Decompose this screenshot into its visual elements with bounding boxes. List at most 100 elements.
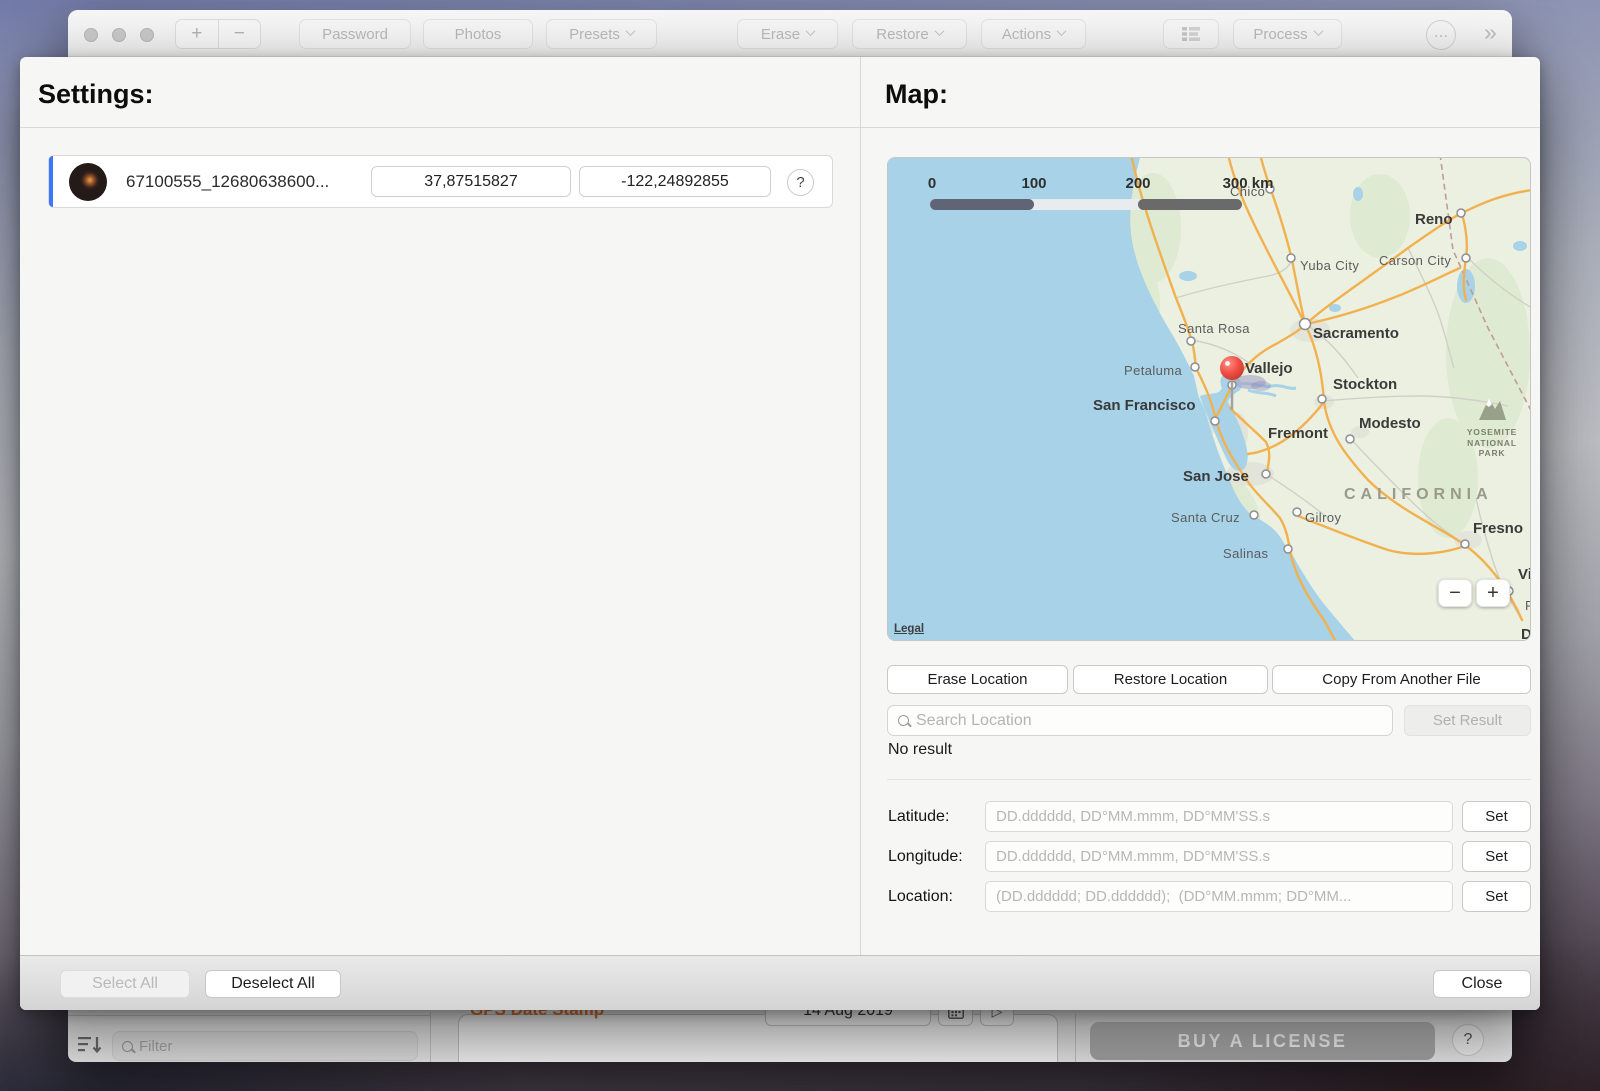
sidebar-top-border <box>68 1015 430 1016</box>
map-city-dot <box>1461 540 1469 548</box>
sort-icon[interactable] <box>78 1034 104 1058</box>
process-dropdown[interactable]: Process <box>1233 19 1342 49</box>
minimize-window-button[interactable] <box>112 28 126 42</box>
latitude-label: Latitude: <box>888 801 949 832</box>
park-label: YOSEMITE <box>1467 427 1517 437</box>
more-options-button[interactable]: ... <box>1426 20 1456 50</box>
row-help-button[interactable]: ? <box>787 169 814 196</box>
pane-divider <box>860 57 861 955</box>
map-city-label: Stockton <box>1333 376 1397 393</box>
chevron-down-icon <box>625 26 635 36</box>
scale-tick: 200 <box>1125 175 1150 192</box>
search-location-input[interactable] <box>916 712 1382 730</box>
map-city-dot <box>1346 435 1354 443</box>
map-city-label: Vallejo <box>1245 360 1293 377</box>
scale-tick: 300 km <box>1223 175 1274 192</box>
filter-input[interactable] <box>139 1038 408 1055</box>
map-city-dot <box>1462 254 1470 262</box>
map-city-dot <box>1211 417 1219 425</box>
process-label: Process <box>1253 26 1307 43</box>
desktop: + − Password Photos Presets Erase Restor… <box>0 0 1600 1091</box>
search-location-field[interactable] <box>887 705 1393 736</box>
map-city-label: Visali <box>1518 566 1531 583</box>
map-city-dot <box>1293 508 1301 516</box>
longitude-label: Longitude: <box>888 841 963 872</box>
deselect-all-button[interactable]: Deselect All <box>205 970 341 998</box>
restore-location-button[interactable]: Restore Location <box>1073 665 1268 694</box>
copy-from-file-button[interactable]: Copy From Another File <box>1272 665 1531 694</box>
search-icon <box>898 715 909 726</box>
ellipsis-icon: ... <box>1434 22 1448 42</box>
erase-dropdown[interactable]: Erase <box>737 19 838 49</box>
log-list-button[interactable] <box>1163 19 1219 49</box>
photo-thumbnail <box>69 163 107 201</box>
map-city-dot <box>1250 511 1258 519</box>
select-all-button[interactable]: Select All <box>60 970 190 998</box>
double-chevron-icon: » <box>1484 19 1497 45</box>
presets-dropdown[interactable]: Presets <box>546 19 657 49</box>
set-latitude-button[interactable]: Set <box>1462 801 1531 832</box>
region-label: CALIFORNIA <box>1344 486 1493 503</box>
buy-license-button[interactable]: BUY A LICENSE <box>1090 1022 1435 1060</box>
chevron-down-icon <box>806 26 816 36</box>
zoom-in-button[interactable]: + <box>1476 579 1510 607</box>
photo-latitude-field[interactable] <box>371 166 571 197</box>
photo-row[interactable]: 67100555_12680638600... ? <box>48 155 833 208</box>
map-city-dot <box>1300 319 1311 330</box>
map-city-label: Fresno <box>1473 520 1523 537</box>
section-divider <box>887 779 1531 780</box>
legal-link[interactable]: Legal <box>894 623 924 635</box>
map-city-dot <box>1191 363 1199 371</box>
settings-pane-title: Settings: <box>38 79 154 110</box>
map-city-label: Reno <box>1415 211 1453 228</box>
erase-label: Erase <box>761 26 800 43</box>
scale-tick: 0 <box>928 175 936 192</box>
panel-right-border <box>1075 1014 1076 1062</box>
toolbar-overflow-button[interactable]: » <box>1484 19 1497 46</box>
selection-indicator <box>49 156 53 207</box>
restore-label: Restore <box>876 26 929 43</box>
map-city-label: Yuba City <box>1300 258 1359 273</box>
park-label: PARK <box>1479 448 1506 458</box>
restore-dropdown[interactable]: Restore <box>852 19 967 49</box>
set-longitude-button[interactable]: Set <box>1462 841 1531 872</box>
photo-filename: 67100555_12680638600... <box>126 156 329 207</box>
map-city-label: Delan <box>1521 626 1531 641</box>
remove-button[interactable]: − <box>219 20 261 48</box>
password-button[interactable]: Password <box>299 19 411 49</box>
zoom-out-button[interactable]: − <box>1438 579 1472 607</box>
map-city-dot <box>1284 545 1292 553</box>
filter-field[interactable] <box>112 1031 418 1061</box>
map-city-dot <box>1287 254 1295 262</box>
map-city-dot <box>1457 209 1465 217</box>
zoom-window-button[interactable] <box>140 28 154 42</box>
close-button[interactable]: Close <box>1433 970 1531 998</box>
app-help-button[interactable]: ? <box>1452 1024 1484 1056</box>
map-image: YOSEMITE NATIONAL PARK CALIFORNIA ChicoR… <box>888 158 1531 641</box>
erase-location-button[interactable]: Erase Location <box>887 665 1068 694</box>
map-city-label: Santa Cruz <box>1171 510 1240 525</box>
map-city-label: Po <box>1525 598 1531 613</box>
header-divider <box>20 127 1540 128</box>
latitude-input[interactable] <box>985 801 1453 832</box>
map-city-label: Petaluma <box>1124 363 1182 378</box>
longitude-input[interactable] <box>985 841 1453 872</box>
password-button-label: Password <box>322 26 388 43</box>
map-city-dot <box>1187 337 1195 345</box>
dialog-footer: Select All Deselect All Close <box>20 955 1540 1010</box>
map-city-dot <box>1318 395 1326 403</box>
photos-button[interactable]: Photos <box>423 19 533 49</box>
set-location-button[interactable]: Set <box>1462 881 1531 912</box>
location-input[interactable] <box>985 881 1453 912</box>
map[interactable]: YOSEMITE NATIONAL PARK CALIFORNIA ChicoR… <box>887 157 1531 641</box>
set-result-button[interactable]: Set Result <box>1404 705 1531 736</box>
photo-longitude-field[interactable] <box>579 166 771 197</box>
actions-dropdown[interactable]: Actions <box>981 19 1086 49</box>
geotag-dialog: Settings: Map: 67100555_12680638600... ? <box>20 57 1540 1010</box>
map-city-label: Modesto <box>1359 415 1421 432</box>
close-window-button[interactable] <box>84 28 98 42</box>
add-button[interactable]: + <box>176 20 219 48</box>
search-result-status: No result <box>888 741 952 759</box>
map-city-label: Carson City <box>1379 253 1451 268</box>
park-label: NATIONAL <box>1467 438 1517 448</box>
